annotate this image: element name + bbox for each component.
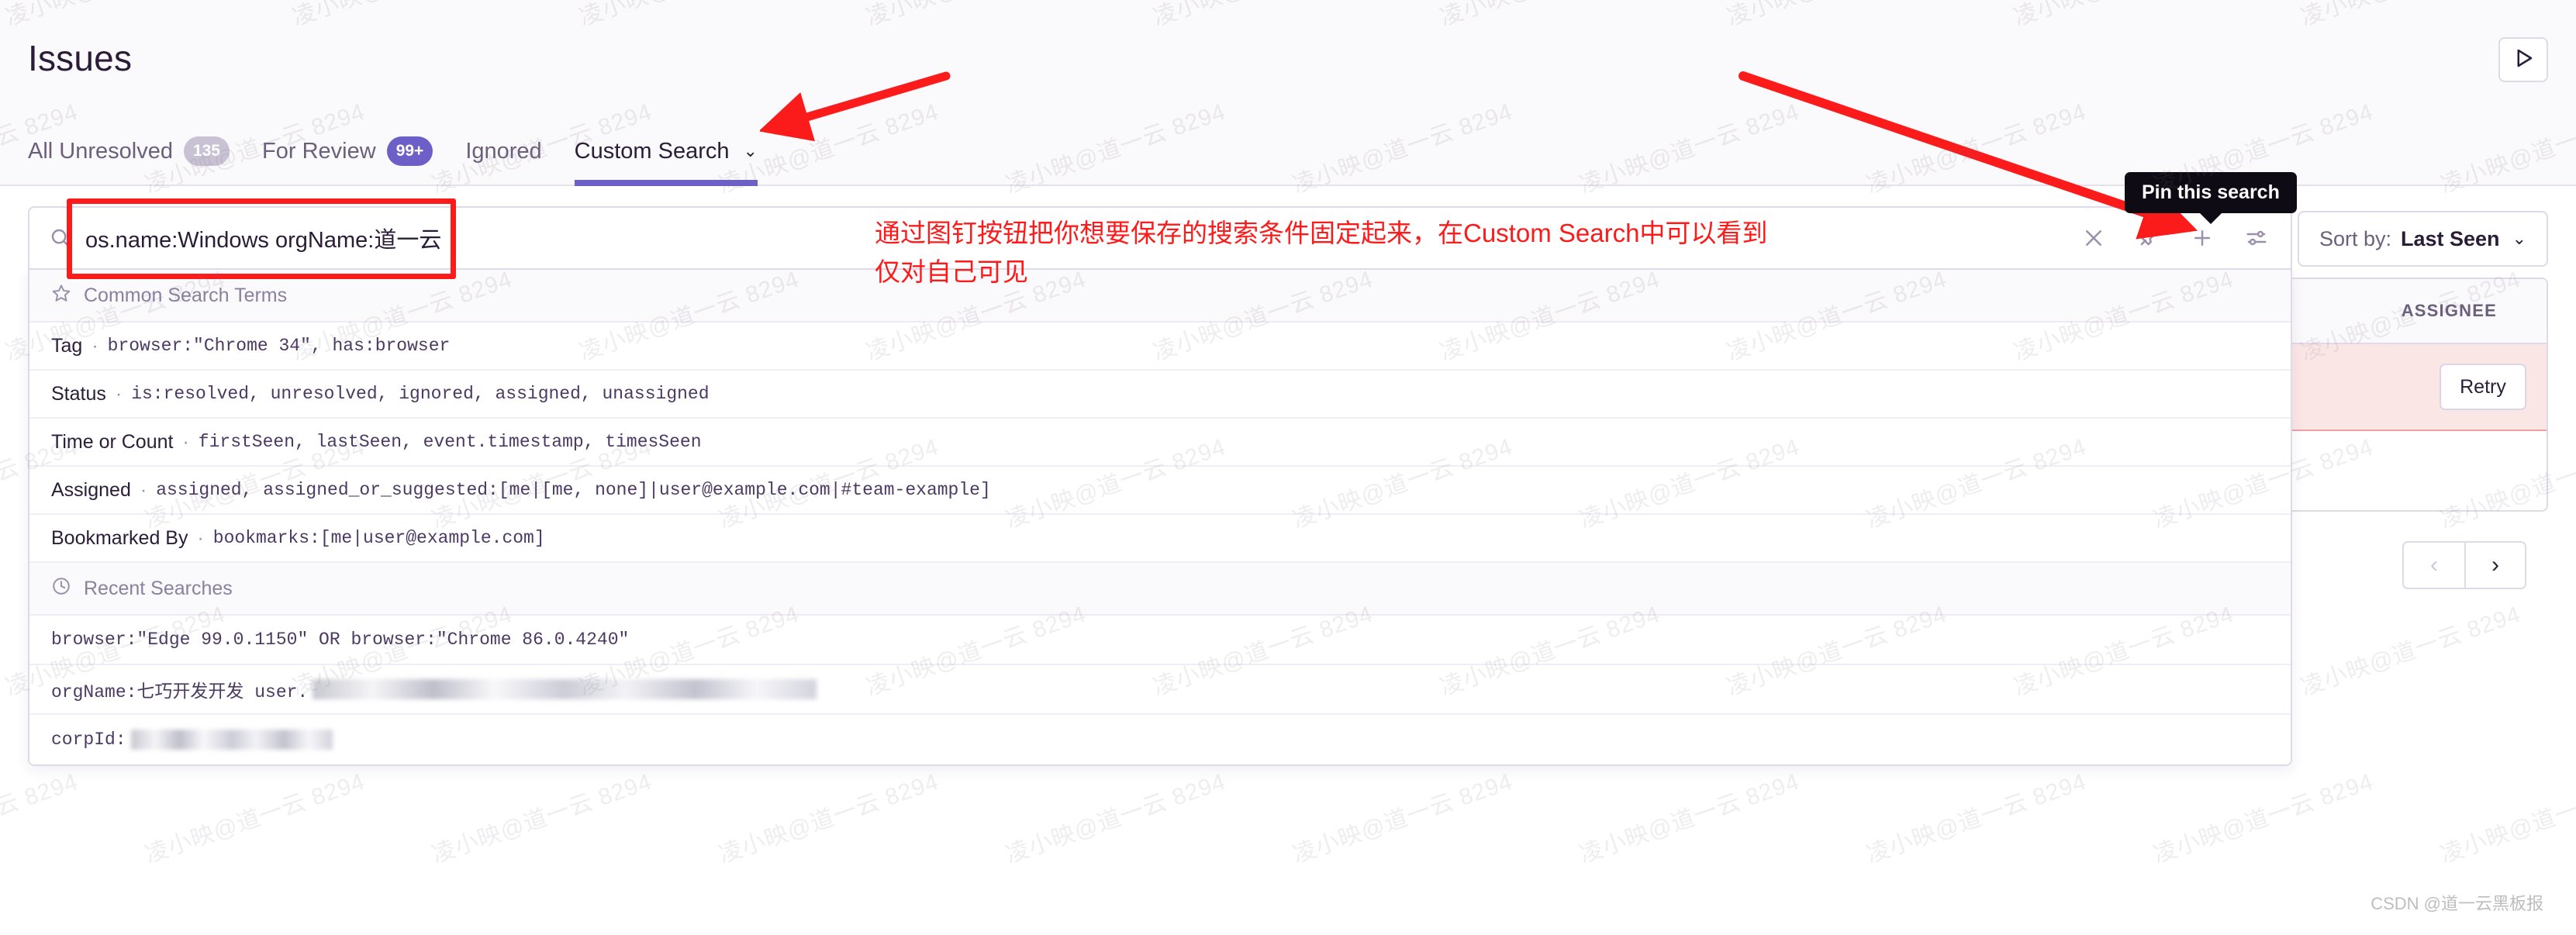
search-bar[interactable]: os.name:Windows orgName:道一云 [28, 198, 2292, 279]
term-label: Time or Count [51, 430, 174, 453]
tab-label: Ignored [465, 138, 542, 164]
sort-by-label: Sort by: [2319, 226, 2391, 250]
recent-search-text: corpId: [51, 730, 126, 750]
chevron-right-icon: › [2491, 552, 2499, 578]
term-separator: · [92, 334, 98, 357]
redacted-text [313, 679, 817, 699]
watermark-text: 凌小映@道一云 8294 [574, 930, 803, 935]
term-separator: · [115, 382, 123, 405]
search-input[interactable]: os.name:Windows orgName:道一云 [76, 222, 2080, 254]
tab-all-unresolved[interactable]: All Unresolved 135 [28, 118, 230, 185]
watermark-text: 凌小映@道一云 8294 [1863, 768, 2090, 868]
search-icon [45, 226, 76, 250]
sort-by-dropdown[interactable]: Sort by: Last Seen ⌄ [2297, 211, 2548, 267]
tab-ignored[interactable]: Ignored [465, 118, 541, 185]
term-separator: · [197, 526, 204, 549]
search-action-icons [2080, 224, 2275, 252]
term-value: bookmarks:[me|user@example.com] [212, 528, 545, 548]
watermark-text: 凌小映@道一云 8294 [715, 768, 942, 868]
list-item[interactable]: Time or Count · firstSeen, lastSeen, eve… [29, 419, 2291, 467]
watermark-text: 凌小映@道一云 8294 [2295, 930, 2525, 935]
watermark-text: 凌小映@道一云 8294 [1721, 930, 1951, 935]
term-label: Status [51, 382, 106, 405]
pagination-prev-button[interactable]: ‹ [2402, 541, 2464, 589]
tab-label: All Unresolved [28, 138, 173, 164]
recent-search-text: orgName:七巧开发开发 user. [51, 682, 309, 702]
redacted-text [130, 730, 333, 750]
section-title: Common Search Terms [84, 284, 288, 306]
term-value: is:resolved, unresolved, ignored, assign… [131, 384, 710, 404]
term-label: Tag [51, 334, 83, 357]
pagination-next-button[interactable]: › [2464, 541, 2526, 589]
chevron-left-icon: ‹ [2430, 552, 2438, 578]
term-label: Assigned [51, 478, 131, 501]
term-separator: · [140, 478, 147, 501]
pagination: ‹ › [2402, 541, 2526, 589]
tab-label: Custom Search [574, 138, 730, 164]
chevron-down-icon: ⌄ [2512, 229, 2526, 248]
watermark-text: 凌小映@道一云 8294 [287, 930, 516, 935]
list-item[interactable]: Assigned · assigned, assigned_or_suggest… [29, 467, 2291, 515]
watermark-text: 凌小映@道一云 8294 [1289, 768, 1516, 868]
star-icon [51, 283, 71, 309]
recent-search-text: browser:"Edge 99.0.1150" OR browser:"Chr… [51, 630, 630, 650]
watermark-text: 凌小映@道一云 8294 [0, 768, 81, 868]
app-root: Issues All Unresolved 135 For Review 99+… [0, 0, 2576, 935]
term-value: firstSeen, lastSeen, event.timestamp, ti… [198, 432, 702, 452]
list-item[interactable]: browser:"Edge 99.0.1150" OR browser:"Chr… [29, 616, 2291, 665]
pin-tooltip: Pin this search [2125, 172, 2297, 224]
watermark-text: 凌小映@道一云 8294 [1148, 930, 1377, 935]
list-item[interactable]: orgName:七巧开发开发 user. [29, 665, 2291, 715]
tab-label: For Review [262, 138, 376, 164]
tab-badge-count: 135 [183, 136, 230, 166]
chevron-down-icon: ⌄ [743, 141, 758, 160]
list-item[interactable]: Tag · browser:"Chrome 34", has:browser [29, 323, 2291, 371]
close-x-icon[interactable] [2080, 224, 2108, 252]
search-container: os.name:Windows orgName:道一云 Common Searc… [28, 198, 2292, 766]
term-separator: · [182, 430, 189, 453]
page-title: Issues [28, 38, 133, 78]
watermark-text: 凌小映@道一云 8294 [0, 930, 230, 935]
watermark-text: 凌小映@道一云 8294 [141, 768, 368, 868]
watermark-text: 凌小映@道一云 8294 [1435, 930, 1664, 935]
retry-button[interactable]: Retry [2440, 364, 2526, 410]
tab-custom-search[interactable]: Custom Search ⌄ [574, 118, 758, 186]
sliders-icon[interactable] [2243, 224, 2270, 252]
section-header-common-search-terms: Common Search Terms [29, 270, 2291, 323]
term-label: Bookmarked By [51, 526, 188, 549]
tab-for-review[interactable]: For Review 99+ [262, 118, 433, 185]
tab-badge-count: 99+ [386, 136, 433, 166]
pin-icon[interactable] [2134, 224, 2162, 252]
watermark-text: 凌小映@道一云 8294 [2297, 601, 2524, 701]
term-value: browser:"Chrome 34", has:browser [107, 336, 451, 356]
plus-icon[interactable] [2188, 224, 2216, 252]
page-header: Issues All Unresolved 135 For Review 99+… [0, 0, 2576, 186]
watermark-text: 凌小映@道一云 8294 [861, 930, 1090, 935]
watermark-text: 凌小映@道一云 8294 [1002, 768, 1229, 868]
sort-by-value: Last Seen [2401, 226, 2500, 250]
list-item[interactable]: Status · is:resolved, unresolved, ignore… [29, 371, 2291, 419]
clock-icon [51, 576, 71, 602]
csdn-watermark: CSDN @道一云黑板报 [2371, 894, 2543, 913]
section-title: Recent Searches [84, 577, 233, 599]
column-header-assignee: ASSIGNEE [2401, 301, 2497, 320]
watermark-text: 凌小映@道一云 8294 [2150, 768, 2377, 868]
play-button[interactable] [2498, 37, 2548, 82]
watermark-text: 凌小映@道一云 8294 [2436, 769, 2576, 868]
list-item[interactable]: Bookmarked By · bookmarks:[me|user@examp… [29, 515, 2291, 563]
watermark-text: 凌小映@道一云 8294 [428, 768, 655, 868]
section-header-recent-searches: Recent Searches [29, 563, 2291, 616]
watermark-text: 凌小映@道一云 8294 [1576, 768, 1803, 868]
list-item[interactable]: corpId: [29, 715, 2291, 764]
search-suggestions-dropdown: Common Search Terms Tag · browser:"Chrom… [28, 270, 2292, 766]
term-value: assigned, assigned_or_suggested:[me|[me,… [156, 480, 991, 500]
play-triangle-icon [2512, 47, 2535, 74]
tab-bar: All Unresolved 135 For Review 99+ Ignore… [28, 118, 790, 186]
watermark-text: 凌小映@道一云 8294 [2008, 930, 2238, 935]
